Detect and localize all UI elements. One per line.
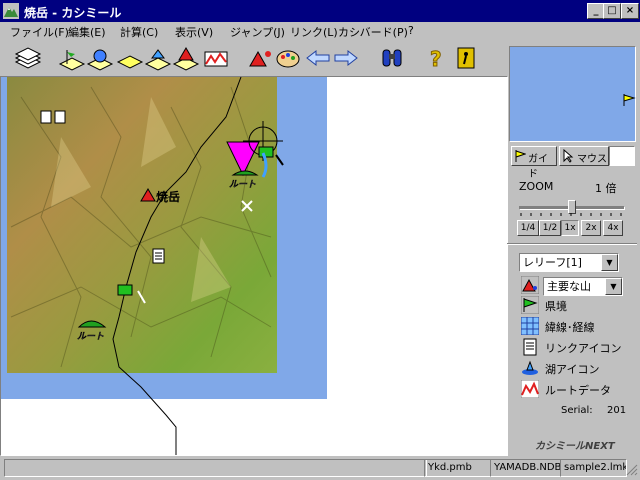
route-flag-icon[interactable] [258,146,274,158]
overview-flag-icon [623,94,636,106]
relief-select[interactable]: レリーフ[1] ▼ [519,253,619,272]
mouse-pointer-icon [563,149,574,163]
menu-view[interactable]: 表示(V) [175,24,213,40]
map-ship-icon[interactable] [144,44,172,72]
mountain-layer-icon[interactable] [521,276,539,294]
relief-select-value: レリーフ[1] [523,256,582,269]
tab-guide[interactable]: ガイド [511,146,557,180]
menu-jump[interactable]: ジャンプ(J) [230,24,285,40]
map-plain-icon[interactable] [116,44,144,72]
map-mountain-icon[interactable] [172,44,200,72]
window-title: 焼岳 - カシミール [24,6,122,20]
zoom-value: 1 倍 [595,182,617,195]
app-icon[interactable] [3,3,19,19]
chevron-down-icon[interactable]: ▼ [601,254,618,271]
tab-mouse[interactable]: マウス [559,146,609,166]
exit-icon[interactable] [452,44,480,72]
zoom-slider-thumb[interactable] [568,200,576,214]
menu-help[interactable]: ? [408,24,414,37]
status-bar: Ykd.pmb YAMADB.NDB sample2.lmk [0,456,640,480]
guide-flag-icon [515,150,526,162]
layer-label: リンクアイコン [545,342,622,355]
map-flag-icon[interactable] [58,44,86,72]
menu-bar: ファイル(F) 編集(E) 計算(C) 表示(V) ジャンプ(J) リンク(L)… [0,22,640,40]
route-label-1: ルート [229,179,256,190]
tab-blank-field[interactable] [609,146,635,166]
document-icon [523,338,537,356]
binoculars-icon[interactable] [378,44,406,72]
maximize-button[interactable]: □ [603,3,621,19]
menu-edit[interactable]: 編集(E) [68,24,106,40]
layer-label: 県境 [545,300,567,313]
map-globe-icon[interactable] [86,44,114,72]
zoom-ticks [520,213,622,216]
toolbar: ? [0,40,506,76]
map-view[interactable]: ルート 焼岳 ルート [0,76,508,456]
menu-link[interactable]: リンク(L) [290,24,338,40]
serial-label: Serial: [561,405,593,416]
forward-arrow-icon[interactable] [332,44,360,72]
zoom-2x-button[interactable]: 2x [581,220,601,236]
svg-text:?: ? [430,47,442,71]
zoom-label: ZOOM [519,180,554,193]
peak-label: 焼岳 [156,189,180,204]
palette-icon[interactable] [274,44,302,72]
close-button[interactable]: × [621,3,639,19]
mountain-select-value: 主要な山 [547,280,591,293]
layers-icon[interactable] [14,44,42,72]
mountain-select[interactable]: 主要な山 ▼ [543,277,623,296]
layer-label: 緯線･経線 [545,321,595,334]
layer-label: 湖アイコン [545,363,600,376]
layer-label: ルートデータ [545,384,611,397]
tab-guide-label: ガイド [528,154,548,180]
title-bar: 焼岳 - カシミール _ □ × [0,0,640,22]
back-arrow-icon[interactable] [304,44,332,72]
status-landmark: sample2.lmk [560,459,627,477]
tab-mouse-label: マウス [577,154,607,165]
zoom-half-button[interactable]: 1/2 [539,220,561,236]
peak-icon[interactable] [246,44,274,72]
route-flag-icon-2[interactable] [117,284,133,296]
chevron-down-icon[interactable]: ▼ [605,278,622,295]
overview-map[interactable] [509,46,636,142]
zoom-1x-button[interactable]: 1x [561,220,579,236]
status-mapfile: Ykd.pmb [424,459,491,477]
divider-highlight [507,244,637,245]
zoom-quarter-button[interactable]: 1/4 [517,220,539,236]
route-chart-icon[interactable] [202,44,230,72]
zoom-4x-button[interactable]: 4x [603,220,623,236]
border-flag-icon [521,296,539,314]
help-icon[interactable]: ? [422,44,450,72]
resize-grip-icon[interactable] [624,462,638,476]
zoom-slider[interactable] [519,200,625,218]
menu-calc[interactable]: 計算(C) [120,24,158,40]
app-logo: カシミールNEXT [535,441,615,452]
route-label-2: ルート [77,331,104,342]
route-icon [521,380,539,398]
menu-file[interactable]: ファイル(F) [10,24,69,40]
grid-icon [521,317,539,335]
lake-icon [521,359,539,377]
status-database: YAMADB.NDB [490,459,561,477]
status-main [4,459,427,477]
map-canvas[interactable]: ルート 焼岳 ルート [1,77,507,455]
side-panel: ガイド マウス ZOOM 1 倍 1/4 1/2 1x 2x 4x レリーフ[1… [507,40,640,454]
menu-kashibird[interactable]: カシバード(P) [338,24,408,40]
link-icon-document[interactable] [152,248,165,264]
serial-value: 201 [607,405,627,416]
